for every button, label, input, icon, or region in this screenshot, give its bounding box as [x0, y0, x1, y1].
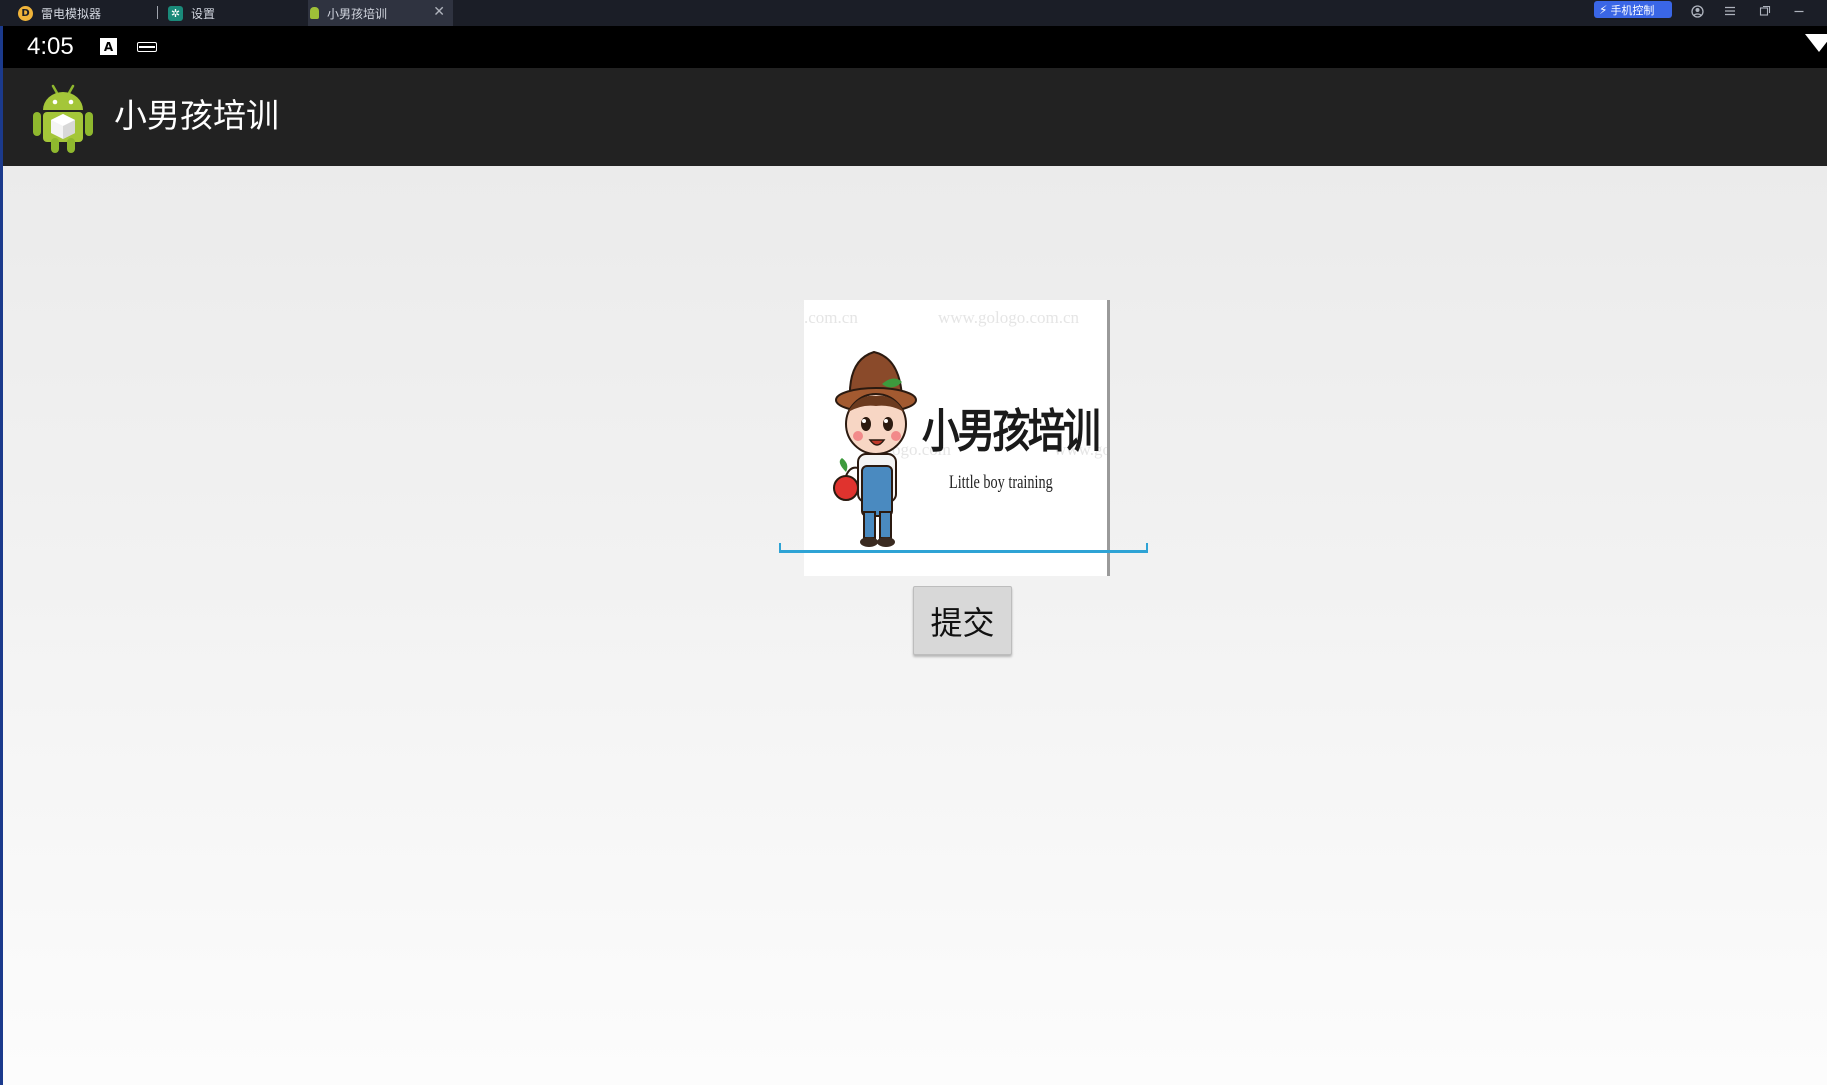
- close-icon[interactable]: ✕: [433, 4, 445, 20]
- input-underline-right-tick: [1146, 543, 1148, 552]
- phone-control-label: 手机控制: [1610, 3, 1655, 17]
- wifi-icon: [1805, 34, 1827, 52]
- menu-icon[interactable]: [1721, 2, 1739, 20]
- logo-title-cn: 小男孩培训: [922, 404, 1101, 458]
- android-launcher-icon: [31, 80, 95, 154]
- page-title: 小男孩培训: [114, 96, 279, 135]
- tab-label: 雷电模拟器: [41, 6, 102, 21]
- input-underline-left-tick: [779, 543, 781, 552]
- tab-label: 设置: [191, 6, 216, 21]
- tab-divider: [157, 6, 158, 19]
- minimize-icon[interactable]: [1790, 2, 1808, 20]
- submit-button[interactable]: 提交: [913, 586, 1012, 655]
- watermark-text: www.gologo.com.cn: [938, 308, 1080, 327]
- emulator-title-bar: D 雷电模拟器 ✲ 设置 小男孩培训 ✕ ⚡ 手机控制: [0, 0, 1827, 26]
- restore-icon[interactable]: [1756, 2, 1774, 20]
- lightning-icon: ⚡: [1599, 2, 1608, 17]
- watermark-text: .com.cn: [804, 308, 858, 327]
- tab-ldplayer[interactable]: D 雷电模拟器: [18, 0, 158, 26]
- status-clock: 4:05: [27, 33, 74, 60]
- android-app-icon: [310, 7, 319, 19]
- settings-gear-icon: ✲: [168, 5, 183, 21]
- text-input-field[interactable]: [780, 511, 1147, 551]
- ldplayer-logo-icon: D: [18, 5, 33, 21]
- action-bar: 小男孩培训: [3, 68, 1827, 166]
- status-bar: 4:05 A: [3, 26, 1827, 68]
- tab-label: 小男孩培训: [327, 6, 388, 21]
- account-icon[interactable]: [1688, 2, 1706, 20]
- main-content: .com.cn www.gologo.com.cn ogo.com www.go…: [3, 166, 1827, 1085]
- android-screen: 4:05 A 小男孩培训 .com.cn www.gologo.com.cn o…: [3, 26, 1827, 1085]
- keyboard-icon: [137, 42, 157, 52]
- text-input-indicator-icon: A: [100, 38, 117, 55]
- logo-title-en: Little boy training: [949, 472, 1053, 493]
- tab-little-boy-training[interactable]: 小男孩培训 ✕: [308, 0, 453, 26]
- tab-settings[interactable]: ✲ 设置: [168, 0, 308, 26]
- phone-control-button[interactable]: ⚡ 手机控制: [1594, 1, 1672, 18]
- input-underline: [779, 550, 1148, 553]
